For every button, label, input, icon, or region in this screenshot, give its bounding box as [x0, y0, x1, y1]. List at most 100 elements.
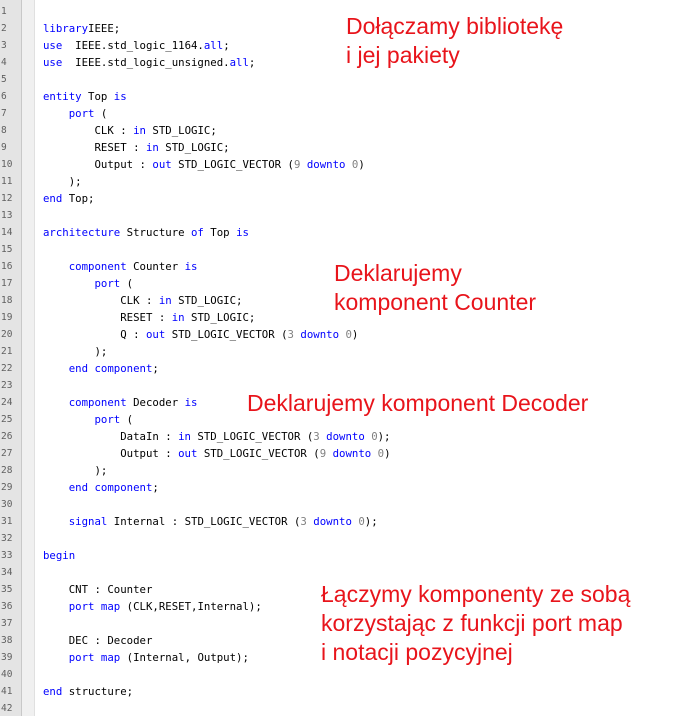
line-number: 15: [1, 244, 13, 255]
code-text: use IEEE.std_logic_unsigned.all;: [43, 54, 255, 71]
code-editor[interactable]: 1 2 libraryIEEE; 3 use IEEE.std_logic_1164.a…: [0, 0, 695, 716]
code-line[interactable]: 6 entity Top is: [0, 88, 695, 105]
keyword-token: in: [133, 124, 146, 137]
code-text: end component;: [43, 479, 159, 496]
code-line[interactable]: 9 RESET : in STD_LOGIC;: [0, 139, 695, 156]
code-line[interactable]: 32: [0, 530, 695, 547]
code-line[interactable]: 7 port (: [0, 105, 695, 122]
code-text: entity Top is: [43, 88, 127, 105]
code-line[interactable]: 33 begin: [0, 547, 695, 564]
text-token: CLK :: [43, 294, 159, 307]
code-line[interactable]: 5: [0, 71, 695, 88]
text-token: ;: [223, 39, 230, 52]
line-number: 26: [1, 431, 13, 442]
code-line[interactable]: 29 end component;: [0, 479, 695, 496]
text-token: Output :: [43, 158, 153, 171]
code-text: Output : out STD_LOGIC_VECTOR (9 downto …: [43, 156, 365, 173]
text-token: STD_LOGIC_VECTOR (: [197, 447, 320, 460]
line-number: 19: [1, 312, 13, 323]
line-number: 38: [1, 635, 13, 646]
keyword-token: port map: [68, 651, 121, 664]
text-token: );: [43, 464, 108, 477]
line-number: 5: [1, 74, 7, 85]
code-line[interactable]: 22 end component;: [0, 360, 695, 377]
line-number: 14: [1, 227, 13, 238]
keyword-token: component: [68, 260, 127, 273]
code-text: component Counter is: [43, 258, 198, 275]
code-line[interactable]: 21 );: [0, 343, 695, 360]
keyword-token: port: [94, 413, 121, 426]
code-text: Q : out STD_LOGIC_VECTOR (3 downto 0): [43, 326, 358, 343]
code-text: end Top;: [43, 190, 95, 207]
code-line[interactable]: 13: [0, 207, 695, 224]
line-number: 23: [1, 380, 13, 391]
text-token: Internal : STD_LOGIC_VECTOR (: [107, 515, 301, 528]
code-line[interactable]: 26 DataIn : in STD_LOGIC_VECTOR (3 downt…: [0, 428, 695, 445]
text-token: RESET :: [43, 311, 172, 324]
keyword-token: architecture: [43, 226, 121, 239]
line-number: 31: [1, 516, 13, 527]
text-token: );: [377, 430, 391, 443]
line-number: 16: [1, 261, 13, 272]
code-line[interactable]: 14 architecture Structure of Top is: [0, 224, 695, 241]
line-number: 28: [1, 465, 13, 476]
line-number: 18: [1, 295, 13, 306]
line-number: 40: [1, 669, 13, 680]
code-line[interactable]: 8 CLK : in STD_LOGIC;: [0, 122, 695, 139]
keyword-token: out: [145, 328, 166, 341]
text-token: STD_LOGIC_VECTOR (: [191, 430, 314, 443]
keyword-token: of: [191, 226, 204, 239]
line-number: 39: [1, 652, 13, 663]
text-token: RESET :: [43, 141, 146, 154]
line-number: 22: [1, 363, 13, 374]
code-line[interactable]: 42: [0, 700, 695, 717]
code-line[interactable]: 41 end structure;: [0, 683, 695, 700]
keyword-token: out: [152, 158, 172, 171]
text-token: ): [358, 158, 365, 171]
code-line[interactable]: 27 Output : out STD_LOGIC_VECTOR (9 down…: [0, 445, 695, 462]
text-token: );: [364, 515, 378, 528]
code-line[interactable]: 10 Output : out STD_LOGIC_VECTOR (9 down…: [0, 156, 695, 173]
keyword-token: downto: [326, 430, 365, 443]
keyword-token: in: [158, 294, 172, 307]
code-line[interactable]: 12 end Top;: [0, 190, 695, 207]
code-text: RESET : in STD_LOGIC;: [43, 309, 255, 326]
keyword-token: downto: [332, 447, 372, 460]
code-line[interactable]: 28 );: [0, 462, 695, 479]
code-line[interactable]: 15: [0, 241, 695, 258]
text-token: STD_LOGIC_VECTOR (: [165, 328, 288, 341]
code-text: signal Internal : STD_LOGIC_VECTOR (3 do…: [43, 513, 378, 530]
keyword-token: is: [113, 90, 127, 103]
code-text: component Decoder is: [43, 394, 198, 411]
code-text: DEC : Decoder: [43, 632, 153, 649]
code-text: end component;: [43, 360, 159, 377]
code-line[interactable]: 40: [0, 666, 695, 683]
code-line[interactable]: 20 Q : out STD_LOGIC_VECTOR (3 downto 0): [0, 326, 695, 343]
keyword-token: use: [43, 56, 63, 69]
code-text: use IEEE.std_logic_1164.all;: [43, 37, 230, 54]
code-line[interactable]: 30: [0, 496, 695, 513]
line-number: 2: [1, 23, 7, 34]
annotation-connect: Łączymy komponenty ze sobą korzystając z…: [321, 580, 631, 667]
keyword-token: is: [236, 226, 249, 239]
line-number: 11: [1, 176, 13, 187]
line-number: 17: [1, 278, 13, 289]
code-line[interactable]: 34: [0, 564, 695, 581]
code-line[interactable]: 31 signal Internal : STD_LOGIC_VECTOR (3…: [0, 513, 695, 530]
line-number: 13: [1, 210, 13, 221]
keyword-token: all: [229, 56, 249, 69]
code-text: RESET : in STD_LOGIC;: [43, 139, 229, 156]
keyword-token: downto: [300, 328, 340, 341]
code-line[interactable]: 11 );: [0, 173, 695, 190]
keyword-token: is: [184, 260, 198, 273]
text-token: IEEE.std_logic_1164.: [62, 39, 204, 52]
annotation-counter: Deklarujemy komponent Counter: [334, 259, 537, 317]
line-number: 4: [1, 57, 7, 68]
code-text: end structure;: [43, 683, 133, 700]
